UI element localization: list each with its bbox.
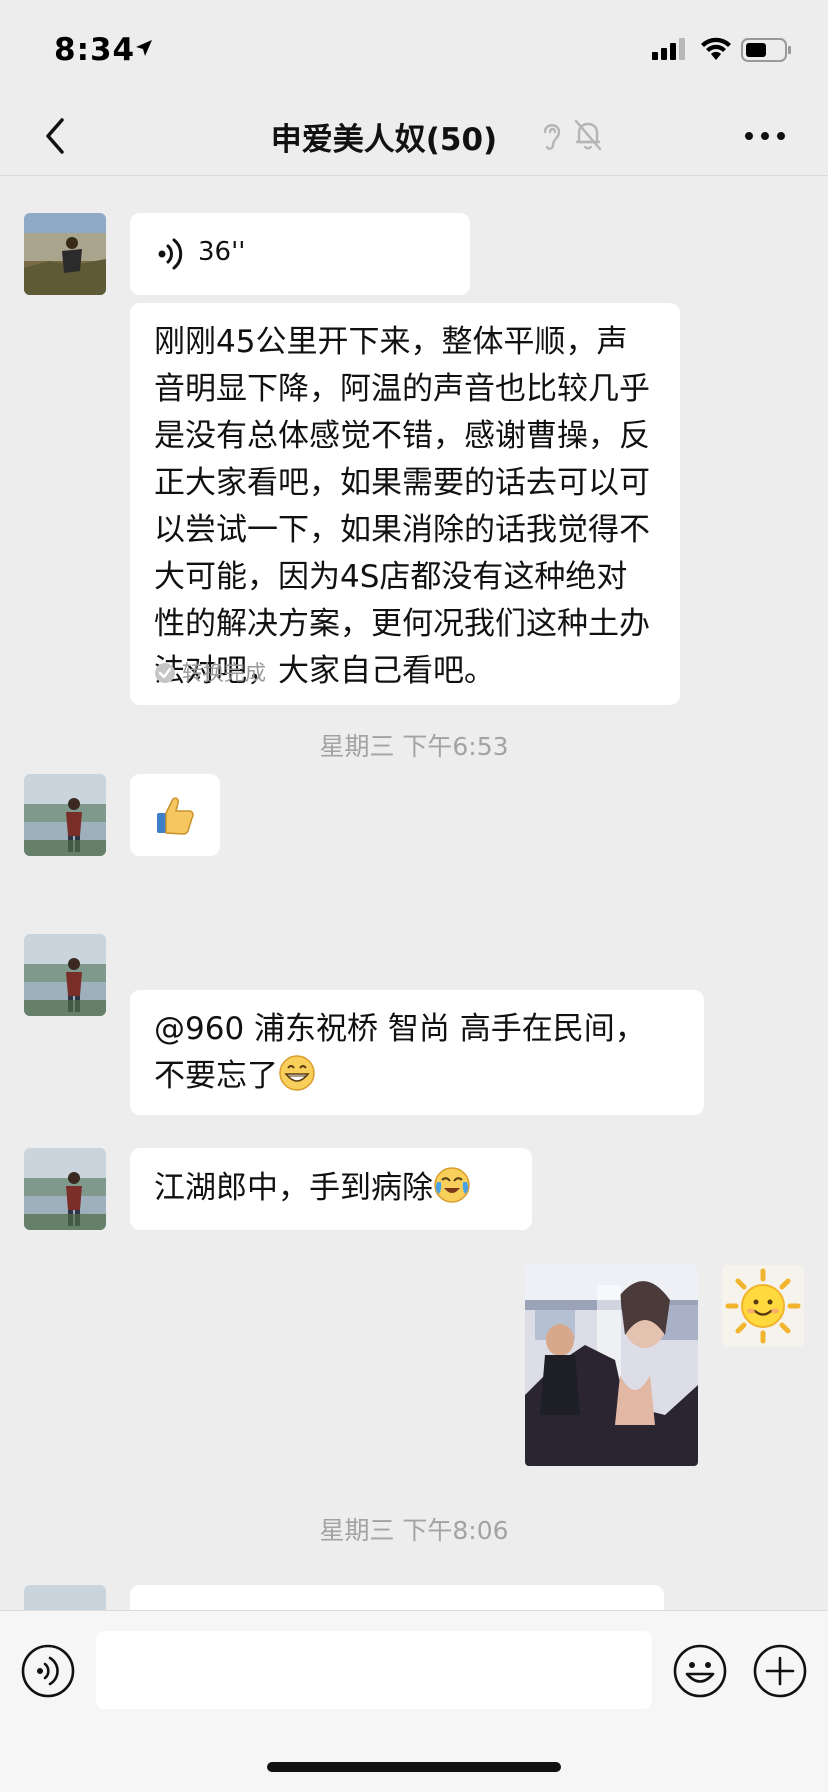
voice-text-bubble[interactable]: 刚刚45公里开下来，整体平顺，声音明显下降，阿温的声音也比较几乎是没有总体感觉不…: [130, 303, 680, 705]
ear-icon: [543, 124, 561, 150]
self-avatar[interactable]: [722, 1265, 804, 1347]
chat-title[interactable]: 申爱美人奴(50): [0, 114, 828, 159]
grin-emoji-icon: [279, 1055, 315, 1091]
check-circle-icon: [155, 663, 175, 683]
avatar[interactable]: [24, 213, 106, 295]
message-line: @960 浦东祝桥 智尚 高手在民间，: [154, 1011, 646, 1047]
emoji-button[interactable]: [672, 1643, 728, 1699]
status-time: 8:34: [54, 32, 136, 68]
avatar[interactable]: [24, 1585, 106, 1610]
voice-message-bubble[interactable]: 36'': [130, 213, 470, 295]
home-indicator[interactable]: [267, 1762, 561, 1772]
more-functions-button[interactable]: [752, 1643, 808, 1699]
emoji-message-bubble[interactable]: [130, 774, 220, 856]
thumbs-up-icon: [157, 797, 194, 835]
message-text: @960 浦东祝桥 智尚 高手在民间， 不要忘了: [154, 1006, 684, 1100]
title-status-icons: [540, 118, 603, 156]
voice-duration: 36'': [198, 237, 246, 267]
location-arrow-icon: [136, 40, 152, 56]
mute-bell-icon: [574, 119, 602, 151]
voice-wave-icon: [158, 238, 183, 270]
timestamp: 星期三 下午8:06: [319, 1516, 509, 1545]
chat-header: 申爱美人奴(50): [0, 96, 828, 176]
message-input[interactable]: [96, 1631, 652, 1709]
text-message-bubble[interactable]: 江湖郎中，手到病除: [130, 1148, 532, 1230]
voice-input-button[interactable]: [20, 1643, 76, 1699]
signal-icon: [652, 38, 685, 60]
convert-status-text: 转换完成: [182, 661, 266, 685]
video-thumbnail: [525, 1265, 698, 1466]
message-text: 江湖郎中，手到病除: [154, 1165, 471, 1212]
convert-status: 转换完成: [154, 657, 266, 687]
avatar[interactable]: [24, 934, 106, 1016]
timestamp: 星期三 下午6:53: [319, 732, 509, 761]
sent-image-message[interactable]: [525, 1265, 698, 1466]
avatar[interactable]: [24, 774, 106, 856]
voice-text-content: 刚刚45公里开下来，整体平顺，声音明显下降，阿温的声音也比较几乎是没有总体感觉不…: [154, 324, 650, 689]
text-message-bubble[interactable]: [130, 1585, 664, 1610]
chat-messages[interactable]: 36'' 刚刚45公里开下来，整体平顺，声音明显下降，阿温的声音也比较几乎是没有…: [0, 177, 828, 1610]
battery-icon: [741, 38, 791, 62]
wifi-icon: [701, 37, 731, 60]
status-bar: 8:34: [0, 0, 828, 96]
text-message-bubble[interactable]: @960 浦东祝桥 智尚 高手在民间， 不要忘了: [130, 990, 704, 1115]
avatar[interactable]: [24, 1148, 106, 1230]
more-button[interactable]: [740, 118, 790, 154]
message-line: 不要忘了: [154, 1053, 684, 1100]
tears-of-joy-emoji-icon: [434, 1167, 470, 1203]
